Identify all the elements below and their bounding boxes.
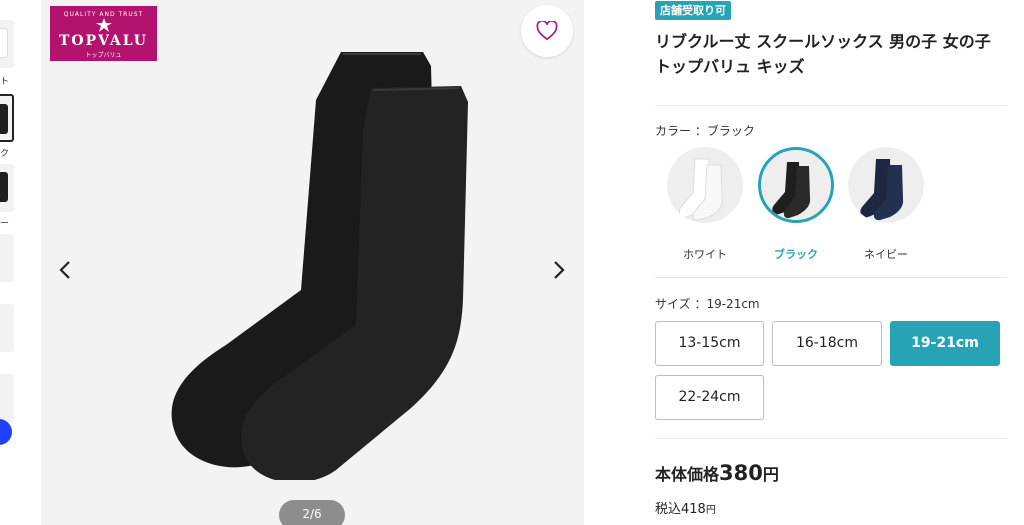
image-counter: 2/6 — [279, 500, 345, 525]
divider — [655, 105, 1007, 106]
size-option-22-24[interactable]: 22-24cm — [655, 375, 764, 420]
crown-emblem-icon — [96, 18, 112, 32]
chevron-right-icon — [554, 261, 565, 279]
favorite-button[interactable] — [521, 5, 573, 57]
price-value: 380 — [719, 461, 763, 485]
prev-image-button[interactable] — [54, 258, 78, 282]
product-info-panel: 店舗受取り可 リブクルー丈 スクールソックス 男の子 女の子 トップバリュ キッ… — [655, 0, 1007, 525]
thumbnail-3[interactable] — [0, 164, 14, 212]
color-label: カラー ：ブラック — [655, 124, 755, 138]
size-option-13-15[interactable]: 13-15cm — [655, 321, 764, 366]
thumbnail-4[interactable] — [0, 234, 14, 282]
color-name-white: ホワイト — [683, 248, 727, 261]
product-title: リブクルー丈 スクールソックス 男の子 女の子 トップバリュ キッズ — [655, 29, 1007, 79]
next-image-button[interactable] — [546, 258, 570, 282]
thumbnail-2[interactable] — [0, 94, 14, 142]
price-label: 本体価格 — [655, 465, 720, 484]
floating-action-icon[interactable] — [0, 419, 12, 445]
base-price: 本体価格380円 — [655, 461, 779, 485]
tax-label: 税込 — [655, 502, 682, 517]
divider — [655, 438, 1007, 439]
size-option-16-18[interactable]: 16-18cm — [772, 321, 882, 366]
white-sock-icon — [678, 158, 723, 221]
store-pickup-badge: 店舗受取り可 — [655, 1, 731, 20]
chevron-left-icon — [59, 261, 70, 279]
black-sock-icon — [772, 162, 811, 219]
tax-unit: 円 — [705, 505, 716, 516]
thumbnail-strip[interactable]: ト ク ー — [0, 0, 40, 525]
thumbnail-label: ト — [0, 77, 10, 87]
tax-value: 418 — [681, 502, 706, 517]
navy-sock-icon — [860, 159, 904, 221]
divider — [655, 277, 1007, 278]
color-swatch-white[interactable] — [667, 147, 743, 223]
product-image-gallery[interactable]: QUALITY AND TRUST TOPVALU トップバリュ 2/6 — [41, 0, 584, 525]
sock-product-image — [171, 52, 468, 480]
color-swatch-black[interactable] — [758, 147, 834, 223]
thumbnail-6[interactable] — [0, 374, 14, 422]
thumbnail-label: ク — [0, 149, 10, 159]
color-swatch-navy[interactable] — [848, 147, 924, 223]
product-page: ト ク ー QUALITY AND TRUST TOPVALU トップバリュ 2… — [0, 0, 1024, 525]
thumbnail-5[interactable] — [0, 304, 14, 352]
price-unit: 円 — [762, 465, 779, 484]
size-label: サイズ ：19-21cm — [655, 297, 760, 311]
color-name-navy: ネイビー — [864, 248, 908, 261]
color-name-black: ブラック — [774, 248, 818, 261]
size-option-19-21[interactable]: 19-21cm — [890, 321, 1000, 366]
product-title-line-1: リブクルー丈 スクールソックス 男の子 女の子 — [655, 32, 991, 51]
product-title-line-2: トップバリュ キッズ — [655, 57, 805, 76]
thumbnail-1[interactable] — [0, 20, 14, 68]
thumbnail-label: ー — [0, 219, 10, 229]
heart-icon — [536, 21, 558, 41]
tax-included-price: 税込418円 — [655, 498, 716, 517]
